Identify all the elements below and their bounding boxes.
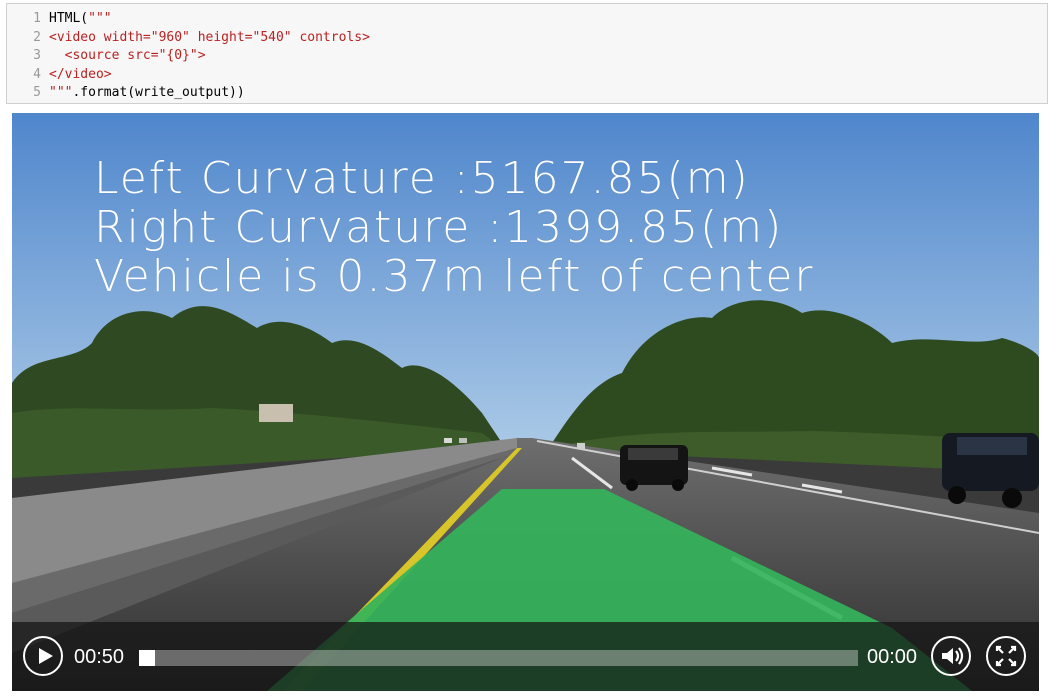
code-token: </video> <box>49 66 112 82</box>
fullscreen-icon <box>995 645 1017 667</box>
play-button[interactable] <box>23 636 63 676</box>
code-line: <source src="{0}"> <box>49 47 1041 66</box>
vehicle-offset-text: Vehicle is 0.37m left of center <box>94 251 815 302</box>
volume-icon <box>942 647 964 665</box>
line-number: 4 <box>33 66 41 82</box>
video-controls: 00:50 00:00 <box>12 622 1039 691</box>
line-number: 3 <box>33 48 41 63</box>
seek-bar[interactable] <box>139 650 858 666</box>
code-token: .format(write_output)) <box>72 85 245 100</box>
current-time: 00:50 <box>74 646 125 668</box>
code-token: """ <box>49 85 73 100</box>
volume-button[interactable] <box>931 636 971 676</box>
seek-handle[interactable] <box>139 650 155 666</box>
code-line: <video width="960" height="540" controls… <box>49 29 1041 48</box>
code-token: """ <box>88 11 112 26</box>
roadside-sign <box>259 404 293 422</box>
code-token: <source src="{0}"> <box>49 48 206 63</box>
video-player[interactable]: Left Curvature :5167.85(m) Right Curvatu… <box>12 113 1039 691</box>
fullscreen-button[interactable] <box>986 636 1026 676</box>
line-number: 5 <box>33 85 41 100</box>
line-number: 1 <box>33 11 41 26</box>
line-number-gutter: 1 2 3 4 5 <box>7 10 47 103</box>
total-time: 00:00 <box>867 646 918 668</box>
code-line: """.format(write_output)) <box>49 84 1041 103</box>
car-center <box>620 445 688 491</box>
code-line: HTML(""" <box>49 10 1041 29</box>
code-token: <video width="960" height="540" controls… <box>49 29 370 45</box>
code-line: </video> <box>49 66 1041 85</box>
code-editor[interactable]: HTML(""" <video width="960" height="540" … <box>49 10 1041 103</box>
left-curvature-text: Left Curvature :5167.85(m) <box>94 153 750 204</box>
right-curvature-text: Right Curvature :1399.85(m) <box>94 202 784 253</box>
car-right <box>942 433 1039 508</box>
line-number: 2 <box>33 29 41 45</box>
code-token: HTML( <box>49 11 89 26</box>
play-icon <box>39 648 53 664</box>
code-cell[interactable]: 12345 HTML(""" <video width="960" height=… <box>6 3 1048 104</box>
